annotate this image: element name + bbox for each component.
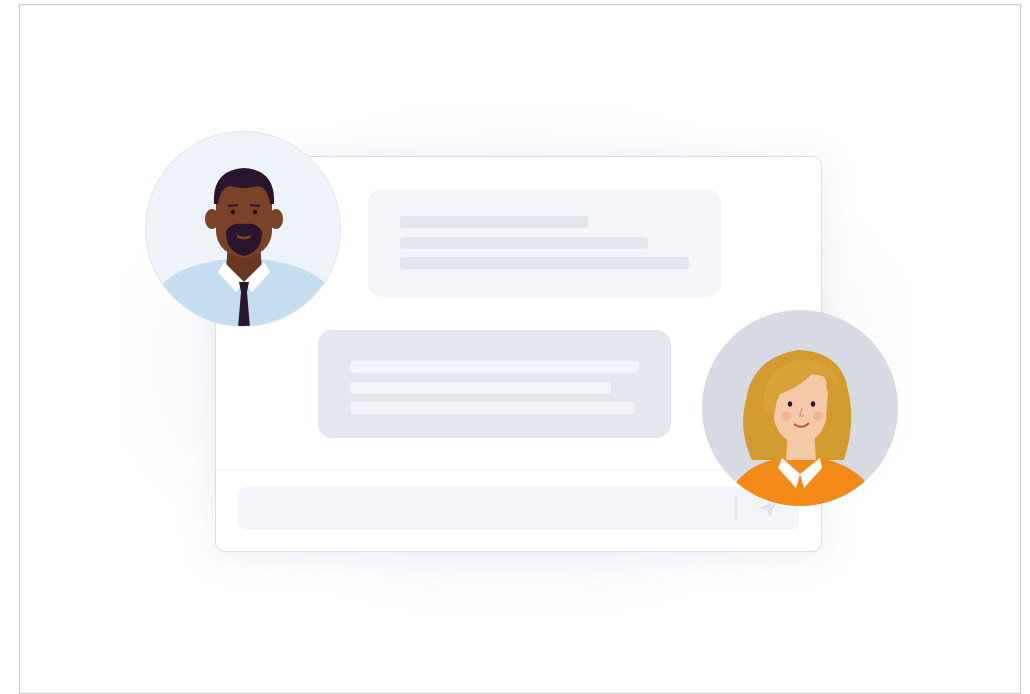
message-input[interactable] [238, 487, 799, 530]
text-placeholder-line [350, 361, 639, 373]
text-placeholder-line [400, 257, 689, 269]
message-bubble-incoming [368, 189, 721, 297]
input-separator [735, 496, 737, 521]
woman-avatar-icon [702, 310, 898, 506]
man-avatar-icon [145, 131, 341, 327]
text-placeholder-line [350, 382, 611, 394]
text-placeholder-line [350, 402, 635, 414]
text-placeholder-line [400, 237, 648, 249]
message-bubble-outgoing [318, 330, 671, 438]
text-placeholder-line [400, 216, 588, 228]
